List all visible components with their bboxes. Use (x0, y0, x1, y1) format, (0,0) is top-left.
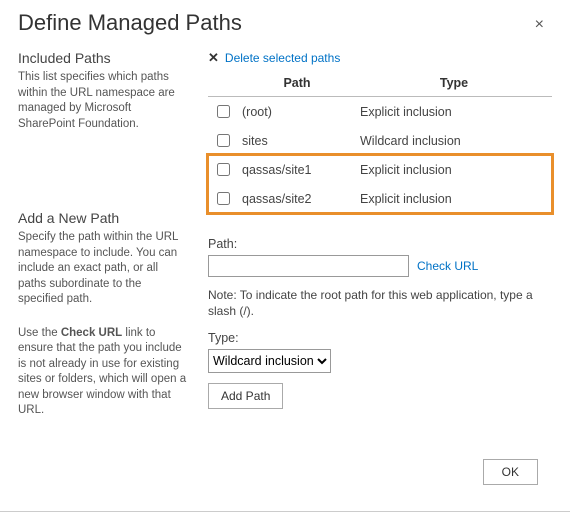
add-new-path-description-2: Use the Check URL link to ensure that th… (18, 326, 188, 419)
text-fragment-bold: Check URL (61, 327, 122, 339)
dialog-divider (0, 511, 570, 512)
close-icon[interactable]: × (535, 16, 544, 34)
row-checkbox[interactable] (217, 134, 230, 147)
define-managed-paths-dialog: × Define Managed Paths Included Paths Th… (10, 8, 560, 503)
table-row: qassas/site1Explicit inclusion (208, 155, 552, 184)
col-check (208, 70, 238, 97)
col-type: Type (356, 70, 552, 97)
dialog-title: Define Managed Paths (18, 10, 560, 36)
delete-selected-link[interactable]: Delete selected paths (225, 51, 340, 65)
row-checkbox[interactable] (217, 192, 230, 205)
text-fragment: Use the (18, 327, 61, 339)
table-row: qassas/site2Explicit inclusion (208, 184, 552, 213)
included-paths-heading: Included Paths (18, 50, 188, 66)
root-path-note: Note: To indicate the root path for this… (208, 287, 552, 319)
row-path: (root) (238, 97, 356, 127)
row-type: Explicit inclusion (356, 184, 552, 213)
add-path-button[interactable]: Add Path (208, 383, 283, 409)
ok-button[interactable]: OK (483, 459, 538, 485)
path-input[interactable] (208, 255, 409, 277)
row-path: sites (238, 126, 356, 155)
check-url-link[interactable]: Check URL (417, 259, 478, 273)
type-select[interactable]: Wildcard inclusionExplicit inclusion (208, 349, 331, 373)
row-checkbox[interactable] (217, 105, 230, 118)
row-type: Explicit inclusion (356, 97, 552, 127)
add-new-path-description-1: Specify the path within the URL namespac… (18, 230, 188, 308)
table-row: (root)Explicit inclusion (208, 97, 552, 127)
type-label: Type: (208, 331, 552, 345)
right-panel: ✕ Delete selected paths Path Type (root)… (208, 50, 552, 437)
delete-icon: ✕ (208, 50, 219, 66)
text-fragment: link to ensure that the path you include… (18, 327, 186, 417)
paths-table: Path Type (root)Explicit inclusionsitesW… (208, 70, 552, 213)
row-path: qassas/site2 (238, 184, 356, 213)
included-paths-description: This list specifies which paths within t… (18, 70, 188, 132)
row-path: qassas/site1 (238, 155, 356, 184)
row-type: Explicit inclusion (356, 155, 552, 184)
row-type: Wildcard inclusion (356, 126, 552, 155)
path-label: Path: (208, 237, 552, 251)
row-checkbox[interactable] (217, 163, 230, 176)
left-panel: Included Paths This list specifies which… (18, 50, 188, 437)
col-path: Path (238, 70, 356, 97)
add-path-form: Path: Check URL Note: To indicate the ro… (208, 237, 552, 409)
add-new-path-heading: Add a New Path (18, 210, 188, 226)
delete-selected-action[interactable]: ✕ Delete selected paths (208, 50, 552, 66)
table-row: sitesWildcard inclusion (208, 126, 552, 155)
